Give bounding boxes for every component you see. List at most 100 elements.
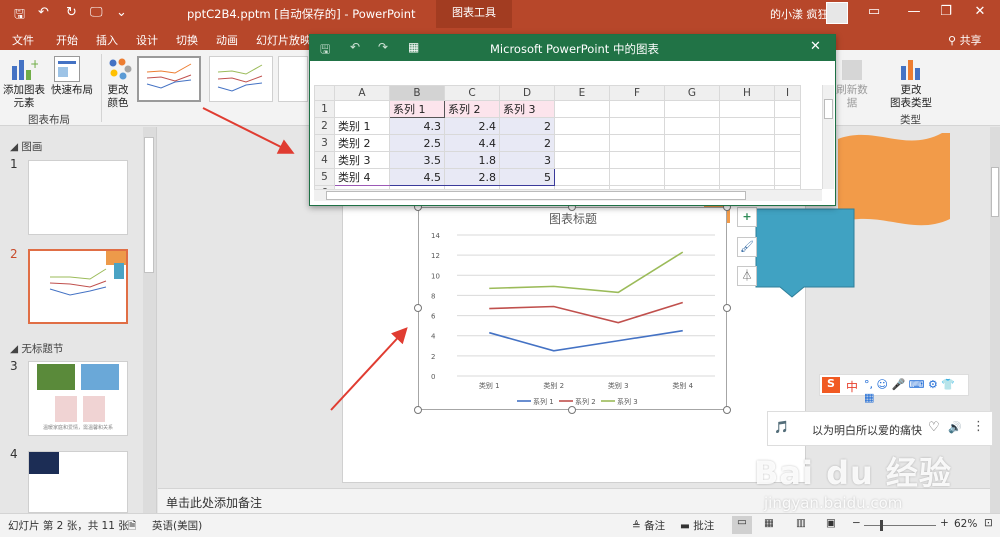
quick-layout-button[interactable]: 快速布局 <box>47 84 97 97</box>
row-header[interactable]: 2 <box>314 117 335 135</box>
resize-handle[interactable] <box>723 304 731 312</box>
cell[interactable] <box>774 100 801 118</box>
add-chart-element-button[interactable]: 添加图表 元素 <box>2 84 46 110</box>
cell-value[interactable]: 2.8 <box>444 168 500 186</box>
chart-elements-button[interactable]: + <box>737 207 757 227</box>
chart-style-2[interactable] <box>209 56 273 102</box>
ime-icons[interactable]: °, ☺ 🎤 ⌨ ⚙ 👕 ▦ <box>864 378 968 404</box>
quick-layout-icon[interactable] <box>54 56 80 82</box>
user-name[interactable]: 的小漾 疯狂 <box>770 6 829 22</box>
close-icon[interactable]: ✕ <box>810 39 821 54</box>
more-icon[interactable]: ⋮ <box>972 419 985 434</box>
slide-thumbnail-1[interactable] <box>28 160 128 235</box>
col-header[interactable]: G <box>664 85 720 101</box>
language-indicator[interactable]: 英语(美国) <box>152 518 202 533</box>
chart-area[interactable]: 图表标题 0 2 4 6 8 10 12 14 类别 1 类别 2 类别 3 类别 4 系列 1 系列 2 系… <box>418 207 727 410</box>
cell[interactable] <box>609 134 665 152</box>
music-popup[interactable]: 🎵 以为明白所以爱的痛快 ♡ 🔊 ⋮ <box>767 411 993 446</box>
minimize-icon[interactable]: — <box>900 4 928 19</box>
tab-animations[interactable]: 动画 <box>216 32 238 48</box>
row-header[interactable]: 1 <box>314 100 335 118</box>
slide-thumbnail-4[interactable] <box>28 451 128 513</box>
cell-value[interactable]: 1.8 <box>444 151 500 169</box>
thumbnail-scrollbar[interactable] <box>143 127 156 513</box>
zoom-in-button[interactable]: + <box>940 517 949 529</box>
scrollbar-thumb[interactable] <box>326 191 746 200</box>
zoom-slider[interactable] <box>864 525 936 526</box>
sogou-icon[interactable]: S <box>822 377 840 393</box>
col-header[interactable]: B <box>389 85 445 101</box>
cell[interactable] <box>719 134 775 152</box>
change-chart-type-icon[interactable] <box>898 56 924 82</box>
cell-category[interactable]: 类别 3 <box>334 151 390 169</box>
tab-design[interactable]: 设计 <box>136 32 158 48</box>
horizontal-scrollbar[interactable] <box>314 189 822 201</box>
cell[interactable] <box>609 151 665 169</box>
cell[interactable] <box>554 151 610 169</box>
cell-value[interactable]: 3 <box>499 151 555 169</box>
slide-thumbnail-3[interactable]: 温暖家庭和爱情，需温馨和关系 <box>28 361 128 436</box>
cell-series-name[interactable]: 系列 1 <box>389 100 445 118</box>
restore-icon[interactable]: ❐ <box>932 4 960 19</box>
share-button[interactable]: ⚲ 共享 <box>948 32 982 48</box>
cell[interactable] <box>554 117 610 135</box>
slideshow-icon[interactable]: ▣ <box>826 517 836 529</box>
vertical-scrollbar[interactable] <box>822 85 834 189</box>
ribbon-display-icon[interactable]: ▭ <box>860 4 888 19</box>
volume-icon[interactable]: 🔊 <box>948 421 962 434</box>
cell-value[interactable]: 4.4 <box>444 134 500 152</box>
ime-mode[interactable]: 中 <box>846 378 858 395</box>
data-grid[interactable]: A B C D E F G H I 1 系列 1 系列 2 系列 3 2 类别 … <box>314 85 801 201</box>
undo-icon[interactable]: ↶ <box>38 5 49 20</box>
cell[interactable] <box>609 117 665 135</box>
cell-value[interactable]: 4.5 <box>389 168 445 186</box>
undo-icon[interactable]: ↶ <box>350 40 360 54</box>
close-icon[interactable]: ✕ <box>966 4 994 19</box>
cell[interactable] <box>774 134 801 152</box>
resize-handle[interactable] <box>723 406 731 414</box>
chart-data-window[interactable]: 🖫 ↶ ↷ ▦ Microsoft PowerPoint 中的图表 ✕ A B … <box>309 34 836 206</box>
tab-slideshow[interactable]: 幻灯片放映 <box>256 32 311 48</box>
avatar[interactable] <box>826 2 848 24</box>
cell-value[interactable]: 2 <box>499 134 555 152</box>
cell[interactable] <box>554 100 610 118</box>
slide-sorter-icon[interactable]: ▦ <box>764 517 774 529</box>
row-header[interactable]: 4 <box>314 151 335 169</box>
tab-file[interactable]: 文件 <box>12 32 34 48</box>
cell-category[interactable]: 类别 1 <box>334 117 390 135</box>
cell[interactable] <box>664 117 720 135</box>
section-header-1[interactable]: ◢ 图画 <box>10 139 42 154</box>
cell[interactable] <box>719 100 775 118</box>
ime-toolbar[interactable]: S 中 °, ☺ 🎤 ⌨ ⚙ 👕 ▦ <box>819 374 969 404</box>
zoom-out-button[interactable]: − <box>852 517 861 529</box>
cell[interactable] <box>609 168 665 186</box>
row-header[interactable]: 3 <box>314 134 335 152</box>
fit-slide-icon[interactable]: ⊡ <box>984 517 993 529</box>
heart-icon[interactable]: ♡ <box>928 420 940 435</box>
zoom-level[interactable]: 62% <box>954 518 977 530</box>
cell[interactable] <box>664 168 720 186</box>
cell[interactable] <box>664 151 720 169</box>
chart-style-3[interactable] <box>278 56 308 102</box>
select-all-corner[interactable] <box>314 85 335 101</box>
cell[interactable] <box>609 100 665 118</box>
col-header[interactable]: C <box>444 85 500 101</box>
spellcheck-icon[interactable]: 🗎 <box>128 518 136 536</box>
save-icon[interactable]: 🖫 <box>320 40 330 61</box>
cell[interactable] <box>719 151 775 169</box>
cell-value[interactable]: 2 <box>499 117 555 135</box>
quick-access-more-icon[interactable]: ⌄ <box>116 5 127 20</box>
cell[interactable] <box>774 168 801 186</box>
cell-value[interactable]: 4.3 <box>389 117 445 135</box>
change-colors-button[interactable]: 更改 颜色 <box>102 84 134 110</box>
slide-thumbnail-2[interactable] <box>28 249 128 324</box>
save-icon[interactable]: 🖫 <box>14 5 25 27</box>
scrollbar-thumb[interactable] <box>991 167 999 217</box>
cell[interactable] <box>774 117 801 135</box>
redo-icon[interactable]: ↷ <box>378 40 388 54</box>
zoom-slider-thumb[interactable] <box>880 520 883 531</box>
reading-view-icon[interactable]: ▥ <box>796 517 806 529</box>
cell-value[interactable]: 2.5 <box>389 134 445 152</box>
cell-value[interactable]: 3.5 <box>389 151 445 169</box>
cell-series-name[interactable]: 系列 3 <box>499 100 555 118</box>
